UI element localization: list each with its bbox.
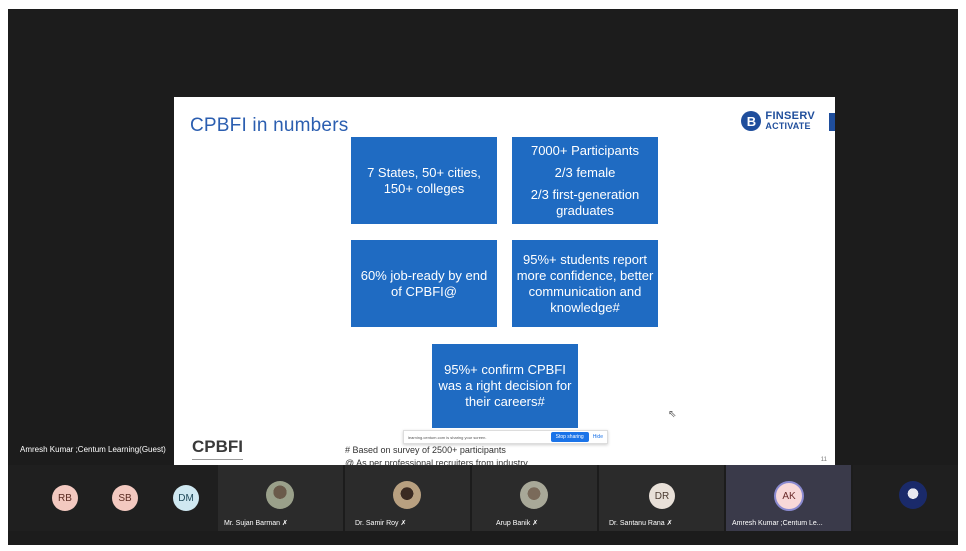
hide-button[interactable]: Hide xyxy=(593,434,603,440)
footnote-survey: # Based on survey of 2500+ participants xyxy=(345,445,506,455)
participant-photo-avatar xyxy=(393,481,421,509)
stat-text: 95%+ confirm CPBFI was a right decision … xyxy=(438,362,572,409)
avatar[interactable]: DM xyxy=(173,485,199,511)
share-notice: learning.centum.com is sharing your scre… xyxy=(408,434,487,440)
stat-box-careers: 95%+ confirm CPBFI was a right decision … xyxy=(432,344,578,428)
slide-page-number: 11 xyxy=(820,457,827,463)
participant-name: Mr. Sujan Barman xyxy=(224,520,281,527)
stat-text: 2/3 female xyxy=(554,164,616,180)
participant-tray: RB SB DM Mr. Sujan Barman ✗ Dr. Samir Ro… xyxy=(8,465,958,531)
participant-tile-active[interactable]: AK Amresh Kumar ;Centum Le... xyxy=(726,465,851,531)
avatar[interactable]: RB xyxy=(52,485,78,511)
avatar[interactable]: SB xyxy=(112,485,138,511)
avatar: DR xyxy=(649,483,675,509)
initials-tile-group: RB SB DM xyxy=(8,465,218,531)
cpbfi-brand: CPBFI xyxy=(192,437,243,460)
stat-box-job-ready: 60% job-ready by end of CPBFI@ xyxy=(351,240,497,327)
stat-box-states: 7 States, 50+ cities, 150+ colleges xyxy=(351,137,497,224)
stat-text: 7000+ Participants xyxy=(530,142,640,158)
participant-name: Dr. Samir Roy xyxy=(355,520,399,527)
mouse-cursor-icon: ⇖ xyxy=(668,409,677,420)
slide-title: CPBFI in numbers xyxy=(190,115,349,136)
mic-muted-icon: ✗ xyxy=(281,520,288,527)
mic-muted-icon: ✗ xyxy=(532,520,539,527)
participant-name: Amresh Kumar ;Centum Le... xyxy=(732,520,823,527)
presenter-name: Amresh Kumar ;Centum Learning(Guest) xyxy=(20,445,166,454)
participant-tile[interactable] xyxy=(853,465,958,531)
mic-muted-icon: ✗ xyxy=(666,520,673,527)
shared-slide: CPBFI in numbers B FINSERV ACTIVATE 7 St… xyxy=(174,97,835,470)
stat-box-participants: 7000+ Participants 2/3 female 2/3 first-… xyxy=(512,137,658,224)
stat-text: 150+ colleges xyxy=(383,180,465,196)
avatar: AK xyxy=(774,481,804,511)
participant-photo-avatar xyxy=(266,481,294,509)
stat-text: 7 States, 50+ cities, xyxy=(367,164,481,180)
logo-line1: FINSERV xyxy=(765,110,815,122)
stop-sharing-button[interactable]: Stop sharing xyxy=(550,432,589,442)
participant-photo-avatar xyxy=(520,481,548,509)
stat-text: 95%+ students report more confidence, be… xyxy=(516,251,654,315)
stat-box-confidence: 95%+ students report more confidence, be… xyxy=(512,240,658,327)
participant-tile[interactable]: Mr. Sujan Barman ✗ xyxy=(218,465,343,531)
stat-text: 60% job-ready by end of CPBFI@ xyxy=(360,267,488,299)
participant-tile[interactable]: Arup Banik ✗ xyxy=(472,465,597,531)
finserv-logo: B FINSERV ACTIVATE xyxy=(741,111,815,131)
participant-name: Dr. Santanu Rana xyxy=(609,520,665,527)
mic-muted-icon: ✗ xyxy=(400,520,407,527)
logo-line2: ACTIVATE xyxy=(765,121,811,131)
screen-share-bar: learning.centum.com is sharing your scre… xyxy=(403,430,608,444)
participant-tile[interactable]: Dr. Samir Roy ✗ xyxy=(345,465,470,531)
participant-name: Arup Banik xyxy=(496,520,531,527)
participant-tile[interactable]: DR Dr. Santanu Rana ✗ xyxy=(599,465,724,531)
stat-text: 2/3 first-generation graduates xyxy=(530,186,640,218)
finserv-badge-icon: B xyxy=(741,111,762,131)
participant-photo-avatar xyxy=(899,481,927,509)
logo-accent-bar xyxy=(829,113,835,131)
